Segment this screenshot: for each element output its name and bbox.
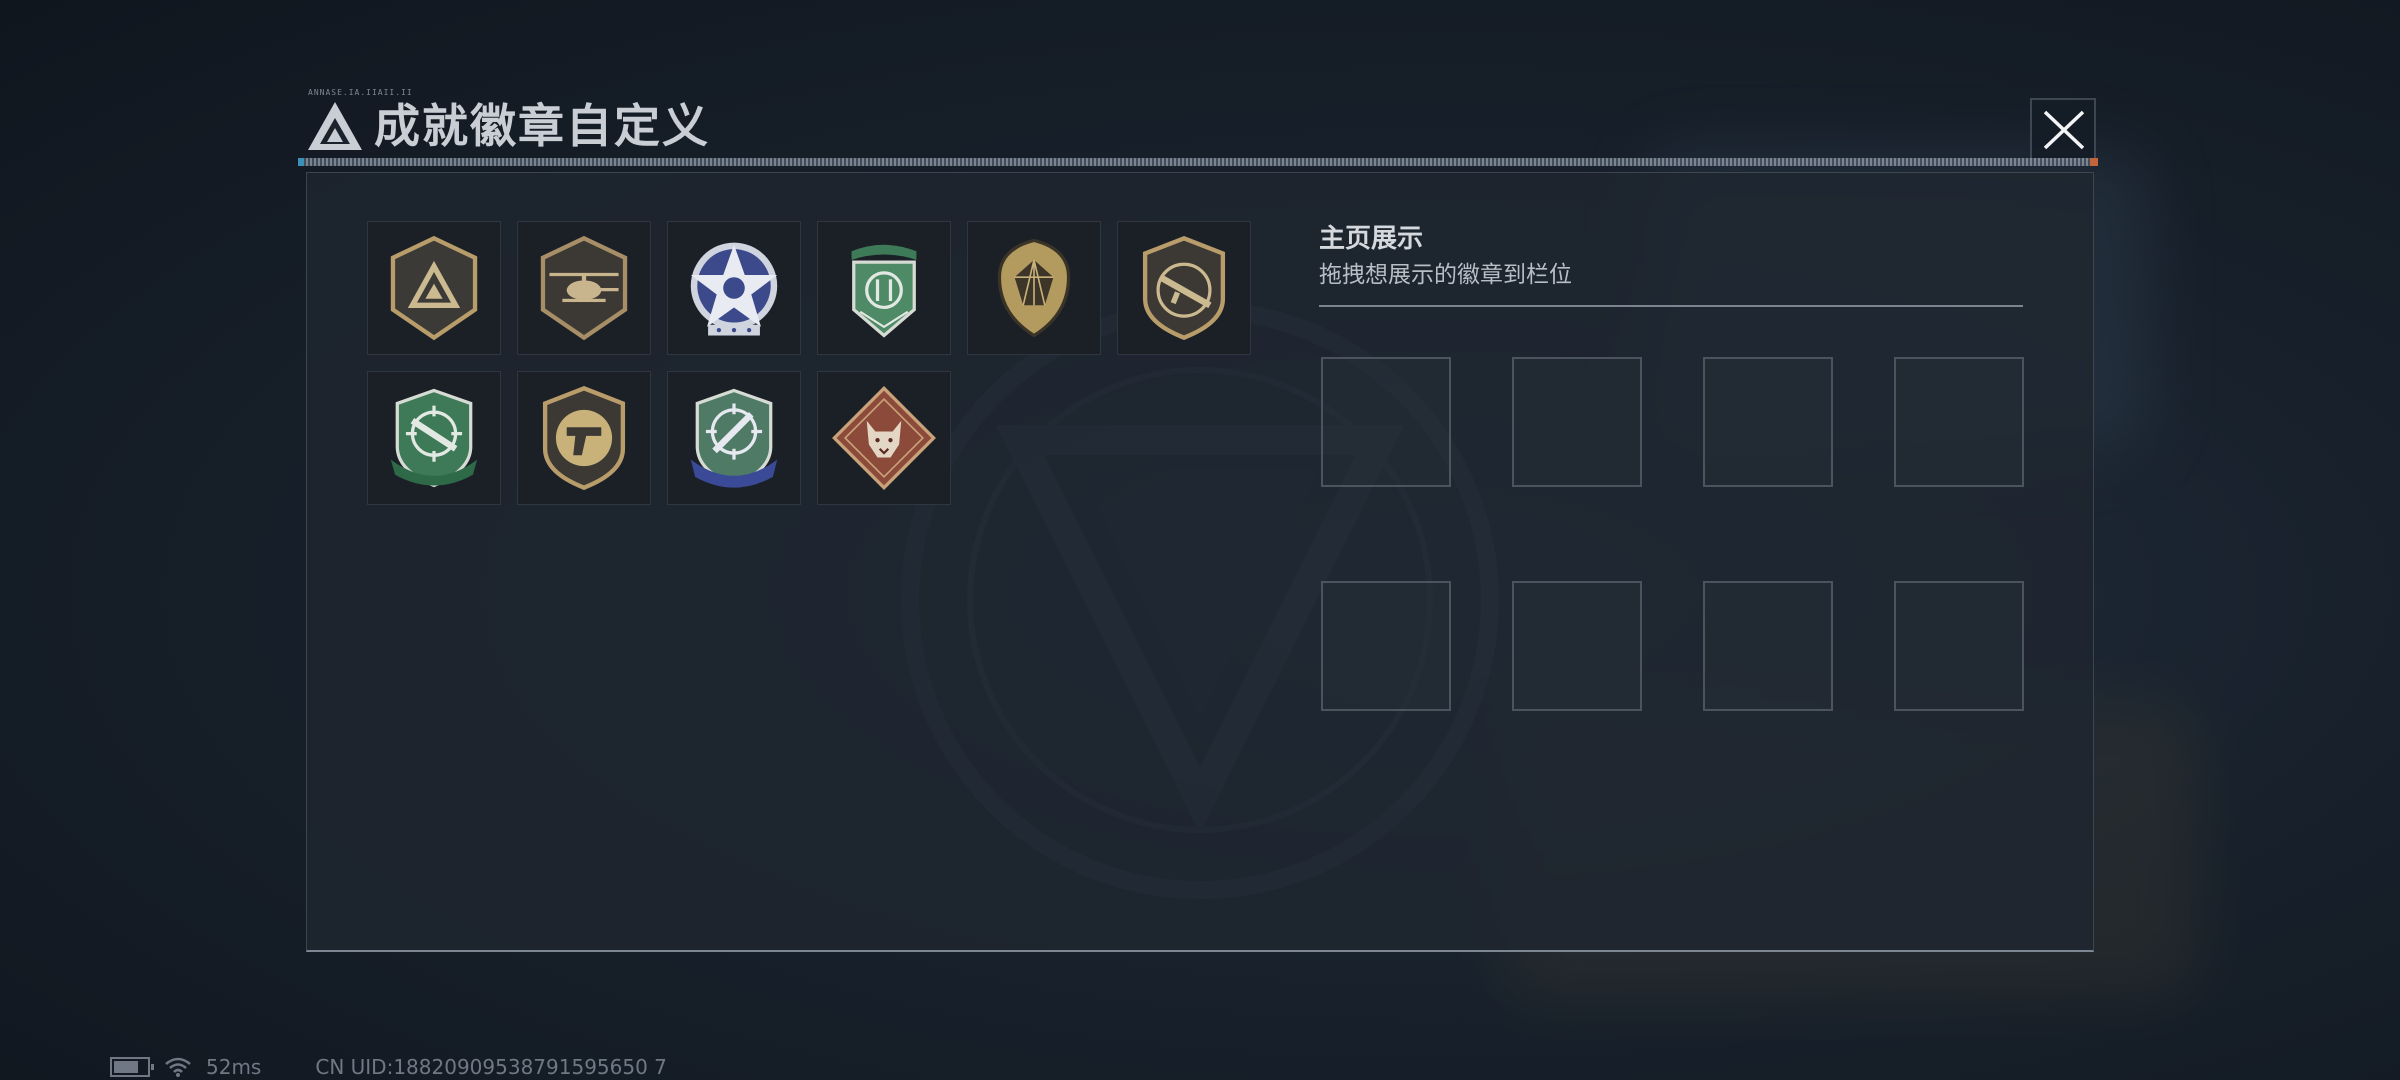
badge-tile[interactable] xyxy=(1117,221,1251,355)
gem-shield-badge xyxy=(997,238,1071,338)
badge-slot[interactable] xyxy=(1512,357,1642,487)
ping-value: 52ms xyxy=(206,1055,262,1079)
badge-tile[interactable] xyxy=(517,371,651,505)
badge-tile[interactable] xyxy=(367,371,501,505)
blue-knife-crosshair-badge xyxy=(690,388,778,488)
blue-star-badge xyxy=(690,242,778,336)
triangle-logo-icon xyxy=(308,102,362,150)
green-ribbon-badge xyxy=(851,244,917,338)
triangle-shield-badge xyxy=(390,235,478,341)
helicopter-shield-badge xyxy=(540,235,628,341)
status-bar: 52ms CN UID:18820909538791595650 7 xyxy=(110,1054,667,1080)
showcase-divider xyxy=(1319,305,2023,307)
wolf-diamond-badge xyxy=(832,386,936,490)
badge-slot[interactable] xyxy=(1894,357,2024,487)
showcase-title: 主页展示 xyxy=(1319,224,1424,254)
badge-tile[interactable] xyxy=(967,221,1101,355)
badge-collection xyxy=(367,221,1267,505)
badge-slot[interactable] xyxy=(1321,357,1451,487)
badge-tile[interactable] xyxy=(667,371,801,505)
badge-slot[interactable] xyxy=(1321,581,1451,711)
wifi-icon xyxy=(165,1057,191,1077)
dialog-header: ANNASE.IA.IIAII.II 成就徽章自定义 xyxy=(298,88,2104,168)
badge-slot[interactable] xyxy=(1703,357,1833,487)
header-accent xyxy=(2090,158,2098,166)
badge-tile[interactable] xyxy=(817,221,951,355)
showcase-slots xyxy=(1321,357,2024,711)
badge-tile[interactable] xyxy=(367,221,501,355)
close-button[interactable] xyxy=(2030,98,2096,160)
header-divider xyxy=(298,158,2098,166)
pistol-shield-badge xyxy=(542,386,626,490)
close-x-icon xyxy=(2043,110,2085,150)
badge-tile[interactable] xyxy=(817,371,951,505)
badge-panel: 主页展示 拖拽想展示的徽章到栏位 xyxy=(306,172,2094,952)
homepage-showcase: 主页展示 拖拽想展示的徽章到栏位 xyxy=(1319,221,2029,711)
dialog-title: 成就徽章自定义 xyxy=(374,99,710,153)
user-uid: CN UID:18820909538791595650 7 xyxy=(315,1055,667,1079)
badge-slot[interactable] xyxy=(1894,581,2024,711)
badge-tile[interactable] xyxy=(517,221,651,355)
green-rifle-crosshair-badge xyxy=(390,388,478,488)
showcase-subtitle: 拖拽想展示的徽章到栏位 xyxy=(1319,262,1572,288)
header-accent xyxy=(298,158,304,166)
badge-slot[interactable] xyxy=(1703,581,1833,711)
rifle-shield-badge xyxy=(1142,236,1226,340)
badge-slot[interactable] xyxy=(1512,581,1642,711)
battery-icon xyxy=(110,1057,154,1077)
badge-tile[interactable] xyxy=(667,221,801,355)
